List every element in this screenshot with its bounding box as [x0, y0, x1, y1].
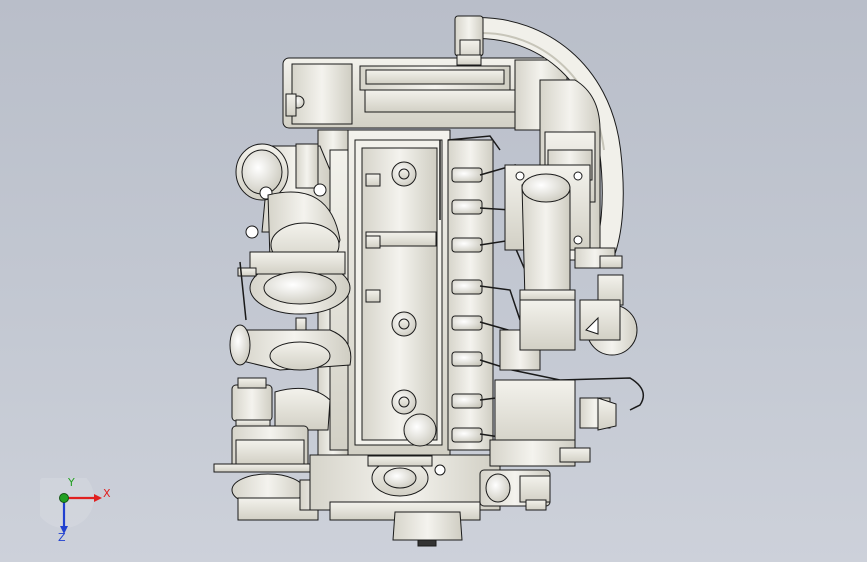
- x-axis-label: X: [103, 487, 111, 500]
- lower-right-accessories: [479, 379, 617, 511]
- engine-model[interactable]: [0, 0, 867, 562]
- y-axis-dot: [59, 493, 69, 503]
- intake-elbow: [504, 164, 591, 301]
- coordinate-triad: [40, 478, 102, 534]
- x-axis-arrowhead: [94, 494, 102, 502]
- oil-pan: [309, 454, 501, 547]
- top-bracket: [282, 57, 568, 131]
- injector-rail: [447, 139, 494, 451]
- valve-cover: [344, 129, 451, 456]
- y-axis-label: Y: [68, 476, 75, 489]
- hose-connector: [454, 15, 484, 66]
- oil-filter: [231, 377, 331, 431]
- z-axis-label: Z: [58, 531, 66, 544]
- cad-viewport[interactable]: X Y Z: [0, 0, 867, 562]
